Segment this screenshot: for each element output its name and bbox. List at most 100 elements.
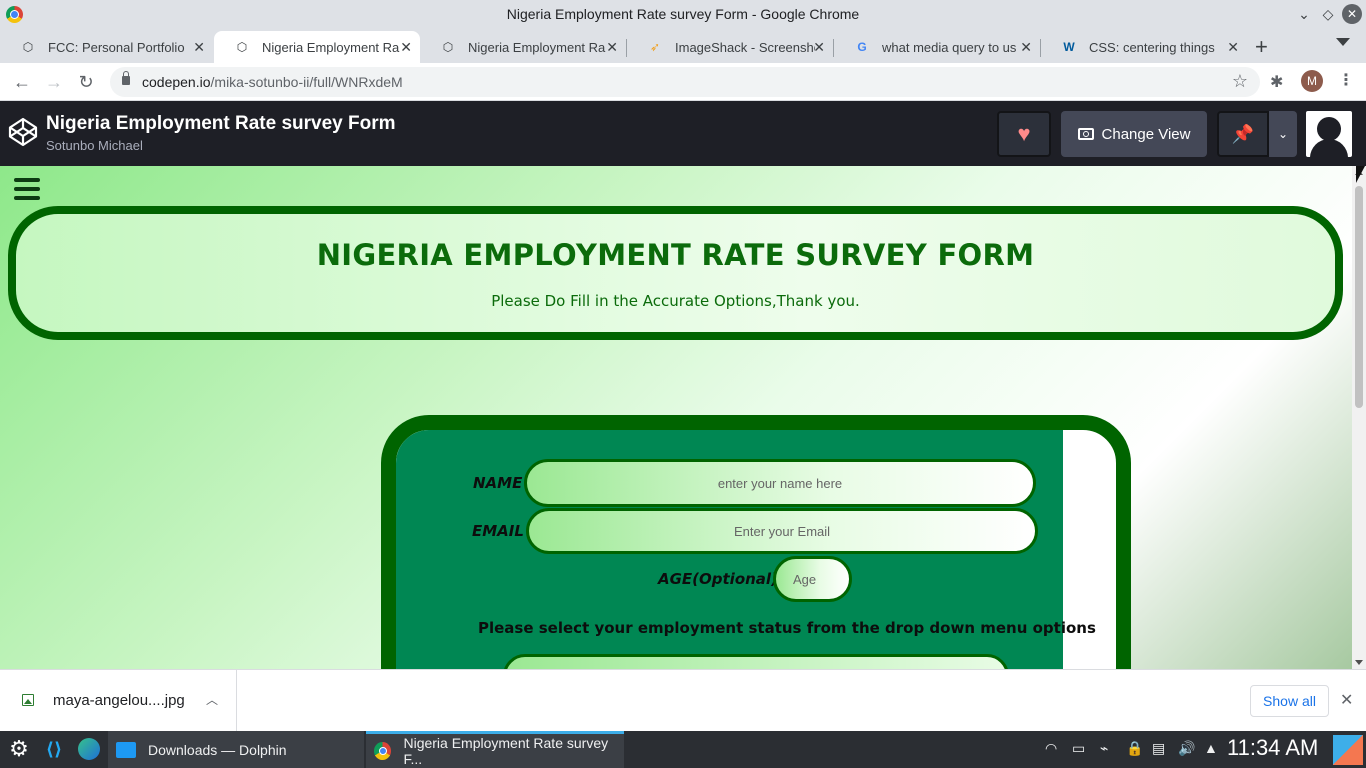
user-avatar[interactable]: [1306, 111, 1352, 157]
email-label: EMAIL: [472, 522, 524, 540]
image-file-icon: [22, 694, 34, 706]
tab-google-search[interactable]: G what media query to us ✕: [834, 31, 1040, 63]
wifi-icon[interactable]: ◠: [1045, 740, 1057, 757]
codepen-header: Nigeria Employment Rate survey Form Sotu…: [0, 101, 1366, 166]
tab-nigeria-survey-active[interactable]: ⬡ Nigeria Employment Ra ✕: [214, 31, 420, 63]
heart-icon: ♥: [1017, 121, 1031, 146]
address-bar[interactable]: codepen.io/mika-sotunbo-ii/full/WNRxdeM …: [110, 67, 1260, 97]
view-icon: [1077, 128, 1094, 140]
vscode-icon[interactable]: ⟨⟩: [44, 739, 64, 759]
employment-status-dropdown[interactable]: [503, 654, 1009, 669]
window-titlebar: Nigeria Employment Rate survey Form - Go…: [0, 0, 1366, 29]
survey-description: Please Do Fill in the Accurate Options,T…: [491, 292, 860, 310]
tab-search-icon[interactable]: [1336, 38, 1350, 46]
close-icon[interactable]: ✕: [813, 39, 825, 56]
forward-icon[interactable]: →: [42, 70, 66, 94]
system-taskbar: ⚙ ⟨⟩ Downloads — Dolphin Nigeria Employm…: [0, 731, 1366, 768]
pen-author[interactable]: Sotunbo Michael: [46, 138, 143, 153]
employment-status-prompt: Please select your employment status fro…: [478, 619, 1096, 637]
window-title: Nigeria Employment Rate survey Form - Go…: [506, 6, 860, 22]
system-clock[interactable]: 11:34 AM: [1227, 735, 1318, 761]
edge-dev-icon[interactable]: [78, 738, 100, 760]
bookmark-star-icon[interactable]: ☆: [1232, 71, 1248, 92]
email-input[interactable]: [526, 508, 1038, 554]
change-view-label: Change View: [1101, 125, 1191, 143]
survey-header: NIGERIA EMPLOYMENT RATE SURVEY FORM Plea…: [8, 206, 1343, 340]
pin-icon: 📌: [1231, 123, 1255, 144]
lock-screen-icon[interactable]: 🔒: [1126, 740, 1143, 757]
close-icon[interactable]: ✕: [1340, 690, 1353, 710]
page-scrollbar[interactable]: [1352, 166, 1366, 669]
minimize-icon[interactable]: ⌄: [1294, 4, 1314, 24]
chrome-menu-icon[interactable]: ⋮: [1338, 70, 1354, 90]
back-icon[interactable]: ←: [10, 70, 34, 94]
tab-css-centering[interactable]: W CSS: centering things ✕: [1041, 31, 1247, 63]
battery-icon[interactable]: ▭: [1072, 740, 1085, 757]
page-viewport: NIGERIA EMPLOYMENT RATE SURVEY FORM Plea…: [0, 166, 1352, 669]
volume-icon[interactable]: 🔊: [1178, 740, 1195, 757]
tab-label: Nigeria Employment Ra: [468, 39, 606, 55]
show-all-button[interactable]: Show all: [1250, 685, 1329, 717]
tray-expand-icon[interactable]: ▲: [1204, 740, 1218, 756]
folder-icon: [116, 741, 136, 758]
tab-label: what media query to us: [882, 39, 1017, 55]
lock-icon[interactable]: [122, 71, 130, 85]
chevron-up-icon[interactable]: ︿: [206, 691, 218, 708]
heart-button[interactable]: ♥: [997, 111, 1051, 157]
close-icon[interactable]: ✕: [400, 39, 412, 56]
change-view-button[interactable]: Change View: [1061, 111, 1207, 157]
age-label: AGE(Optional): [658, 570, 778, 588]
survey-form: NAME EMAIL AGE(Optional) Please select y…: [396, 430, 1096, 669]
codepen-icon: ⬡: [236, 40, 248, 54]
close-icon[interactable]: ✕: [606, 39, 618, 56]
kde-desktop-icon[interactable]: [1333, 735, 1363, 765]
task-chrome[interactable]: Nigeria Employment Rate survey F...: [366, 731, 624, 768]
tab-strip: ⬡ FCC: Personal Portfolio ✕ ⬡ Nigeria Em…: [0, 29, 1366, 63]
tab-label: ImageShack - Screensho: [675, 39, 815, 55]
age-input[interactable]: [773, 556, 852, 602]
task-dolphin[interactable]: Downloads — Dolphin: [108, 731, 364, 768]
survey-title: NIGERIA EMPLOYMENT RATE SURVEY FORM: [316, 238, 1035, 272]
tab-fcc-portfolio[interactable]: ⬡ FCC: Personal Portfolio ✕: [0, 31, 213, 63]
codepen-icon: ⬡: [442, 40, 454, 54]
name-input[interactable]: [524, 459, 1036, 507]
close-icon[interactable]: ✕: [1227, 39, 1239, 56]
url-path: /mika-sotunbo-ii/full/WNRxdeM: [210, 74, 403, 90]
scroll-down-icon[interactable]: [1355, 660, 1363, 665]
avatar-body: [1310, 139, 1348, 157]
download-item[interactable]: maya-angelou....jpg ︿: [0, 670, 237, 731]
new-tab-icon[interactable]: +: [1255, 34, 1268, 60]
avatar-head: [1317, 117, 1341, 141]
chevron-down-icon: ⌄: [1277, 127, 1289, 141]
tab-imageshack[interactable]: ➶ ImageShack - Screensho ✕: [627, 31, 833, 63]
scrollbar-thumb[interactable]: [1355, 186, 1363, 408]
task-label: Nigeria Employment Rate survey F...: [403, 735, 609, 767]
google-icon: G: [857, 40, 867, 54]
pin-button[interactable]: 📌: [1217, 111, 1269, 157]
hamburger-menu-icon[interactable]: [14, 178, 40, 200]
name-label: NAME: [473, 474, 523, 492]
url-host: codepen.io: [142, 74, 211, 90]
pin-dropdown-button[interactable]: ⌄: [1269, 111, 1297, 157]
close-icon[interactable]: ✕: [1020, 39, 1032, 56]
close-icon[interactable]: ✕: [193, 39, 205, 56]
chrome-icon: [374, 742, 392, 760]
download-bar: maya-angelou....jpg ︿ Show all ✕: [0, 669, 1366, 731]
usb-icon[interactable]: ⌁: [1100, 740, 1108, 757]
survey-form-container: NAME EMAIL AGE(Optional) Please select y…: [381, 415, 1131, 669]
reload-icon[interactable]: ↻: [74, 70, 98, 94]
tab-label: Nigeria Employment Ra: [262, 39, 400, 55]
download-file-name: maya-angelou....jpg: [53, 692, 185, 709]
profile-avatar[interactable]: M: [1301, 70, 1323, 92]
url-text[interactable]: codepen.io/mika-sotunbo-ii/full/WNRxdeM: [142, 74, 403, 90]
codepen-logo-icon[interactable]: [8, 117, 38, 147]
clipboard-icon[interactable]: ▤: [1152, 740, 1165, 757]
close-window-icon[interactable]: ✕: [1342, 4, 1362, 24]
codepen-icon: ⬡: [22, 40, 34, 54]
tab-nigeria-survey[interactable]: ⬡ Nigeria Employment Ra ✕: [420, 31, 626, 63]
maximize-icon[interactable]: ◇: [1318, 4, 1338, 24]
tab-label: CSS: centering things: [1089, 39, 1215, 55]
browser-toolbar: ← → ↻ codepen.io/mika-sotunbo-ii/full/WN…: [0, 63, 1366, 101]
extensions-icon[interactable]: ✱: [1270, 72, 1283, 92]
kde-launcher-icon[interactable]: ⚙: [6, 736, 32, 762]
